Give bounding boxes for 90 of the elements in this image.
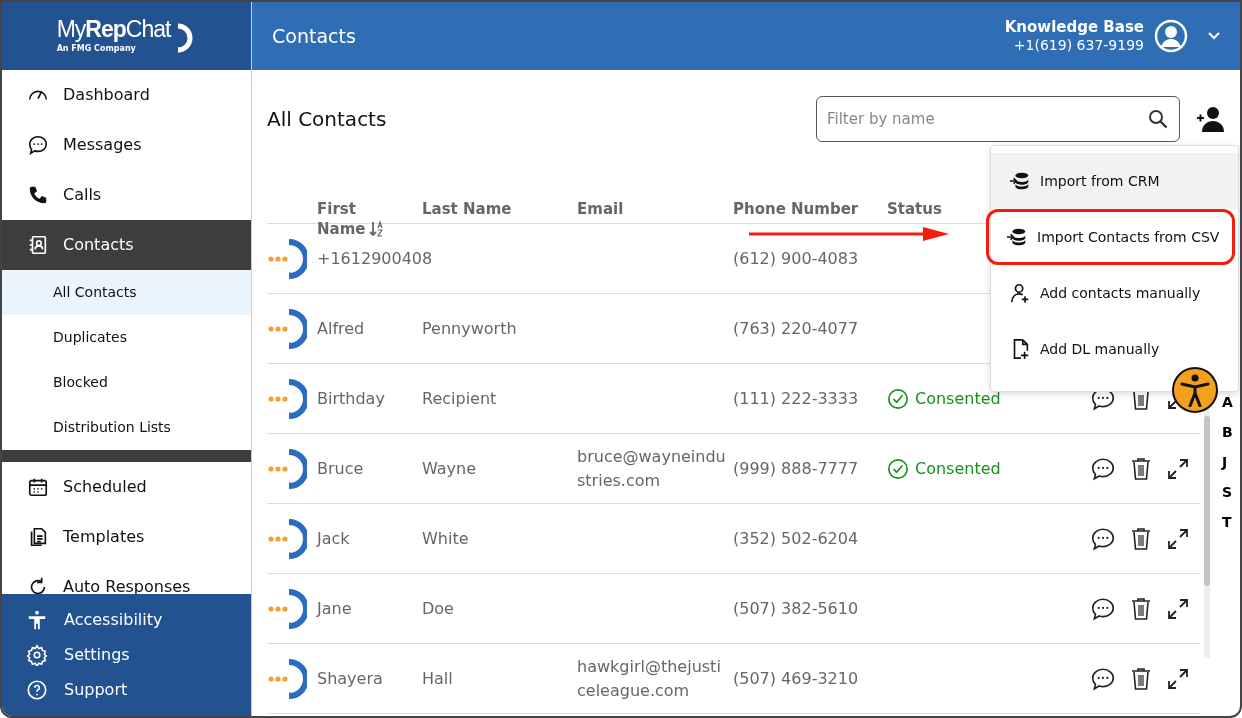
sort-icon[interactable] — [369, 221, 386, 237]
page-title: All Contacts — [267, 106, 387, 133]
search-field[interactable]: Filter by name — [816, 96, 1180, 142]
column-header[interactable]: Name — [317, 219, 366, 239]
scrollbar-thumb[interactable] — [1204, 416, 1210, 586]
logo-tagline: An FMG Company — [56, 42, 137, 55]
sidebar-subitem[interactable]: Distribution Lists — [2, 405, 251, 450]
sidebar-item[interactable]: Templates — [2, 512, 251, 562]
menu-item[interactable]: Import Contacts from CSV — [986, 209, 1235, 265]
delete-icon[interactable] — [1130, 666, 1152, 691]
phone-number: (763) 220-4077 — [733, 317, 860, 340]
last-name: Recipient — [422, 387, 498, 410]
sidebar-item[interactable]: Dashboard — [2, 70, 251, 120]
search-icon[interactable] — [1148, 109, 1168, 129]
last-name: White — [422, 527, 470, 550]
person-add-icon — [1009, 282, 1031, 304]
first-name: Jack — [317, 527, 351, 550]
chat-icon — [27, 134, 49, 156]
check-circle-icon — [887, 457, 909, 480]
contact-avatar-icon — [267, 238, 307, 279]
logo-text: MyRepChat — [56, 17, 171, 41]
sidebar-item[interactable]: Contacts — [2, 220, 251, 270]
settings-icon — [26, 643, 48, 666]
alphabet-index-link[interactable]: B — [1222, 422, 1233, 452]
contact-avatar-icon — [267, 448, 307, 489]
contact-avatar-icon — [267, 518, 307, 559]
menu-item[interactable]: Add contacts manually — [991, 265, 1238, 321]
alphabet-index-link[interactable]: S — [1222, 482, 1233, 512]
expand-icon[interactable] — [1166, 666, 1190, 691]
contact-avatar-icon — [267, 308, 307, 349]
phone-number: (507) 382-5610 — [733, 597, 860, 620]
alphabet-index-link[interactable]: A — [1222, 392, 1233, 422]
check-circle-icon — [887, 387, 909, 410]
column-header[interactable]: Last Name — [422, 199, 577, 239]
first-name: Alfred — [317, 317, 366, 340]
database-import-icon — [1009, 170, 1031, 192]
calendar-icon — [27, 476, 49, 498]
first-name: Shayera — [317, 667, 384, 690]
help-icon — [26, 678, 48, 701]
first-name: Birthday — [317, 387, 386, 410]
person-add-icon — [1196, 106, 1224, 132]
address-book-icon — [27, 234, 49, 256]
contact-avatar-icon — [267, 658, 307, 699]
column-header[interactable]: Phone Number — [733, 199, 887, 239]
column-header[interactable]: Email — [577, 199, 733, 239]
expand-icon[interactable] — [1166, 596, 1190, 621]
contact-avatar-icon — [267, 378, 307, 419]
last-name: Doe — [422, 597, 455, 620]
phone-number: (111) 222-3333 — [733, 387, 860, 410]
first-name: Bruce — [317, 457, 365, 480]
sidebar-footer-item[interactable]: Settings — [2, 637, 251, 672]
contact-avatar-icon — [267, 588, 307, 629]
last-name: Wayne — [422, 457, 478, 480]
phone-number: (507) 469-3210 — [733, 667, 860, 690]
first-name: +1612900408 — [317, 247, 433, 270]
expand-icon[interactable] — [1166, 526, 1190, 551]
sidebar-item[interactable]: Calls — [2, 170, 251, 220]
sidebar-item[interactable]: Messages — [2, 120, 251, 170]
delete-icon[interactable] — [1130, 526, 1152, 551]
sidebar-footer-item[interactable]: Accessibility — [2, 602, 251, 637]
delete-icon[interactable] — [1130, 596, 1152, 621]
column-header[interactable]: First — [317, 199, 422, 219]
user-avatar-icon[interactable] — [1154, 19, 1188, 53]
sidebar-subitem[interactable]: Blocked — [2, 360, 251, 405]
delete-icon[interactable] — [1130, 456, 1152, 481]
sidebar-item[interactable]: Scheduled — [2, 462, 251, 512]
sidebar-subitem[interactable]: All Contacts — [2, 270, 251, 315]
last-name: Pennyworth — [422, 317, 518, 340]
alphabet-index-link[interactable]: J — [1222, 452, 1233, 482]
user-phone: +1(619) 637-9199 — [1012, 35, 1144, 55]
accessibility-icon — [26, 608, 48, 631]
consent-status: Consented — [915, 387, 1001, 410]
last-name: Hall — [422, 667, 454, 690]
first-name: Jane — [317, 597, 353, 620]
phone-icon — [27, 184, 49, 206]
alphabet-index-link[interactable]: T — [1222, 512, 1233, 542]
email: bruce@wayneindustries.com — [577, 446, 727, 492]
menu-item[interactable]: Import from CRM — [991, 153, 1238, 209]
expand-icon[interactable] — [1166, 456, 1190, 481]
phone-number: (999) 888-7777 — [733, 457, 860, 480]
database-import-icon — [1006, 226, 1028, 248]
phone-number: (352) 502-6204 — [733, 527, 860, 550]
user-name: Knowledge Base — [1004, 17, 1144, 36]
email: hawkgirl@thejusticeleague.com — [577, 656, 722, 702]
chevron-down-icon[interactable] — [1208, 32, 1220, 40]
consent-status: Consented — [915, 457, 1001, 480]
sidebar-footer-item[interactable]: Support — [2, 672, 251, 707]
sidebar-subitem[interactable]: Duplicates — [2, 315, 251, 360]
header-title: Contacts — [272, 23, 356, 49]
phone-number: (612) 900-4083 — [733, 247, 860, 270]
